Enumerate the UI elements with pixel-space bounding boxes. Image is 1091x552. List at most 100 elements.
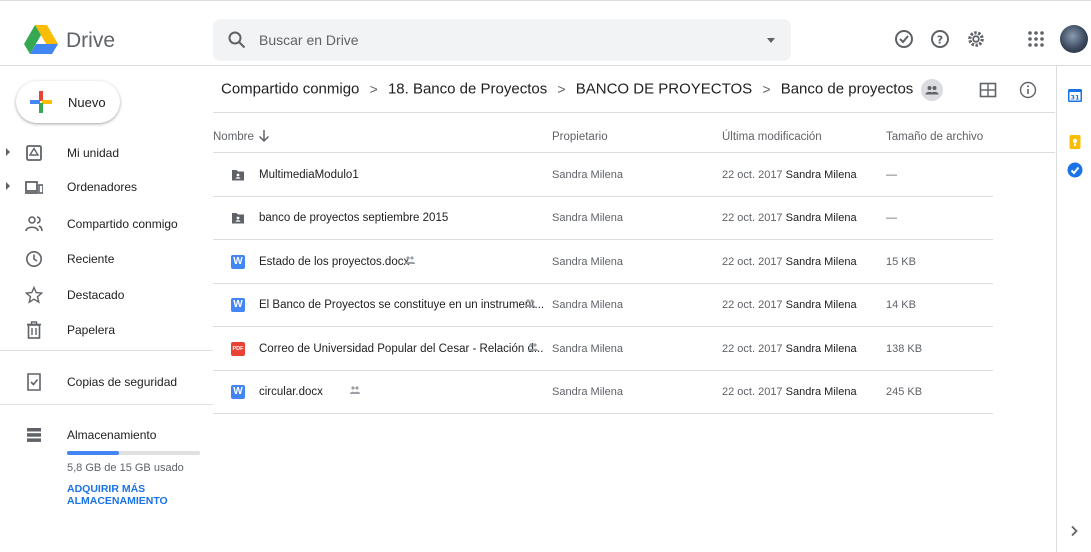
shared-with-me-icon: [25, 216, 43, 232]
breadcrumb-item[interactable]: Compartido conmigo: [221, 81, 359, 98]
trash-icon: [27, 321, 41, 339]
calendar-day: 31: [1070, 93, 1080, 101]
breadcrumb-current[interactable]: Banco de proyectos: [781, 81, 914, 98]
file-size: —: [886, 169, 897, 181]
main-content: Compartido conmigo > 18. Banco de Proyec…: [213, 66, 1055, 552]
offline-status-icon[interactable]: [894, 29, 914, 49]
star-icon: [25, 286, 43, 304]
shared-people-icon: [527, 343, 539, 351]
search-input[interactable]: Buscar en Drive: [259, 32, 359, 48]
file-name[interactable]: Estado de los proyectos.docx: [259, 256, 409, 268]
modified-date: 22 oct. 2017: [722, 169, 783, 181]
word-doc-icon: W: [231, 298, 245, 312]
clock-icon: [26, 251, 42, 267]
file-modified: 22 oct. 2017 Sandra Milena: [722, 212, 857, 224]
new-button-label: Nuevo: [68, 95, 106, 110]
file-size: —: [886, 212, 897, 224]
column-header-name[interactable]: Nombre: [213, 131, 254, 143]
expand-arrow-icon[interactable]: [6, 148, 10, 156]
grid-view-icon[interactable]: [979, 81, 997, 99]
modified-date: 22 oct. 2017: [722, 343, 783, 355]
search-options-icon[interactable]: [767, 38, 775, 43]
modified-by: Sandra Milena: [785, 299, 857, 311]
sidebar: Nuevo Mi unidad Ordenadores Compartido c…: [0, 66, 213, 552]
breadcrumb-item[interactable]: BANCO DE PROYECTOS: [576, 81, 752, 98]
tasks-icon[interactable]: [1067, 162, 1083, 178]
sidebar-item-my-drive[interactable]: Mi unidad: [0, 136, 213, 170]
file-row[interactable]: banco de proyectos septiembre 2015 Sandra…: [213, 197, 993, 240]
sidebar-item-label: Mi unidad: [67, 146, 120, 160]
chevron-right-icon[interactable]: [1069, 524, 1079, 538]
file-name[interactable]: MultimediaModulo1: [259, 169, 359, 181]
calendar-icon[interactable]: 31: [1067, 87, 1083, 103]
file-row[interactable]: Wcircular.docx Sandra Milena 22 oct. 2017 …: [213, 371, 993, 414]
sidebar-item-label: Copias de seguridad: [67, 375, 178, 389]
sidebar-item-computers[interactable]: Ordenadores: [0, 170, 213, 204]
search-icon[interactable]: [228, 31, 246, 49]
apps-icon[interactable]: [1026, 29, 1046, 49]
file-type-label: W: [233, 386, 243, 397]
column-header-size[interactable]: Tamaño de archivo: [886, 131, 983, 143]
file-row[interactable]: PDF Correo de Universidad Popular del Ces…: [213, 328, 993, 371]
shared-people-icon: [404, 256, 416, 264]
breadcrumb-item[interactable]: 18. Banco de Proyectos: [388, 81, 547, 98]
sidebar-divider: [0, 350, 213, 351]
file-row[interactable]: W El Banco de Proyectos se constituye en …: [213, 284, 993, 327]
computers-icon: [25, 181, 43, 194]
word-doc-icon: W: [231, 255, 245, 269]
new-button[interactable]: Nuevo: [16, 81, 120, 123]
sidebar-item-recent[interactable]: Reciente: [0, 242, 213, 276]
file-name[interactable]: Correo de Universidad Popular del Cesar …: [259, 343, 543, 355]
shared-folder-badge-icon: [921, 79, 943, 101]
modified-date: 22 oct. 2017: [722, 386, 783, 398]
avatar[interactable]: [1060, 25, 1088, 53]
storage-icon: [27, 428, 41, 442]
sort-arrow-down-icon[interactable]: [258, 129, 270, 143]
info-icon[interactable]: [1019, 81, 1037, 99]
file-table-header: Nombre Propietario Última modificación T…: [213, 125, 1055, 153]
expand-arrow-icon[interactable]: [6, 182, 10, 190]
breadcrumb: Compartido conmigo > 18. Banco de Proyec…: [221, 80, 935, 98]
settings-icon[interactable]: [966, 29, 986, 49]
sidebar-item-shared-with-me[interactable]: Compartido conmigo: [0, 207, 213, 241]
file-owner: Sandra Milena: [552, 256, 623, 268]
keep-icon[interactable]: [1067, 134, 1083, 150]
column-header-owner[interactable]: Propietario: [552, 131, 608, 143]
sidebar-item-starred[interactable]: Destacado: [0, 278, 213, 312]
modified-by: Sandra Milena: [785, 256, 857, 268]
file-name[interactable]: banco de proyectos septiembre 2015: [259, 212, 448, 224]
file-modified: 22 oct. 2017 Sandra Milena: [722, 256, 857, 268]
file-name[interactable]: circular.docx: [259, 386, 323, 398]
file-row[interactable]: MultimediaModulo1 Sandra Milena 22 oct. 20…: [213, 154, 993, 197]
sidebar-item-storage[interactable]: Almacenamiento: [0, 418, 213, 452]
modified-by: Sandra Milena: [785, 169, 857, 181]
sidebar-item-label: Reciente: [67, 252, 115, 266]
file-owner: Sandra Milena: [552, 169, 623, 181]
app-name[interactable]: Drive: [66, 29, 115, 53]
column-header-modified[interactable]: Última modificación: [722, 131, 822, 143]
pdf-icon: PDF: [231, 342, 245, 356]
modified-by: Sandra Milena: [785, 386, 857, 398]
file-type-label: PDF: [232, 346, 244, 352]
sidebar-item-trash[interactable]: Papelera: [0, 313, 213, 347]
shared-people-icon: [524, 299, 536, 307]
sidebar-item-label: Ordenadores: [67, 180, 138, 194]
help-icon[interactable]: ?: [930, 29, 950, 49]
drive-logo-icon[interactable]: [24, 25, 58, 55]
file-size: 14 KB: [886, 299, 916, 311]
storage-used-text: 5,8 GB de 15 GB usado: [67, 462, 184, 474]
file-size: 245 KB: [886, 386, 923, 398]
plus-icon: [30, 91, 52, 113]
file-name[interactable]: El Banco de Proyectos se constituye en u…: [259, 299, 544, 311]
modified-by: Sandra Milena: [785, 343, 857, 355]
shared-folder-icon: [231, 211, 245, 225]
buy-storage-link[interactable]: ADQUIRIR MÁS ALMACENAMIENTO: [67, 483, 207, 507]
sidebar-item-backups[interactable]: Copias de seguridad: [0, 365, 213, 399]
sidebar-item-label: Compartido conmigo: [67, 217, 178, 231]
file-row[interactable]: W Estado de los proyectos.docx Sandra Mile…: [213, 241, 993, 284]
svg-text:?: ?: [937, 34, 943, 47]
search-bar[interactable]: Buscar en Drive: [213, 19, 791, 61]
drive-icon: [26, 145, 42, 161]
sidebar-divider: [0, 404, 213, 405]
sidebar-item-label: Almacenamiento: [67, 428, 157, 442]
